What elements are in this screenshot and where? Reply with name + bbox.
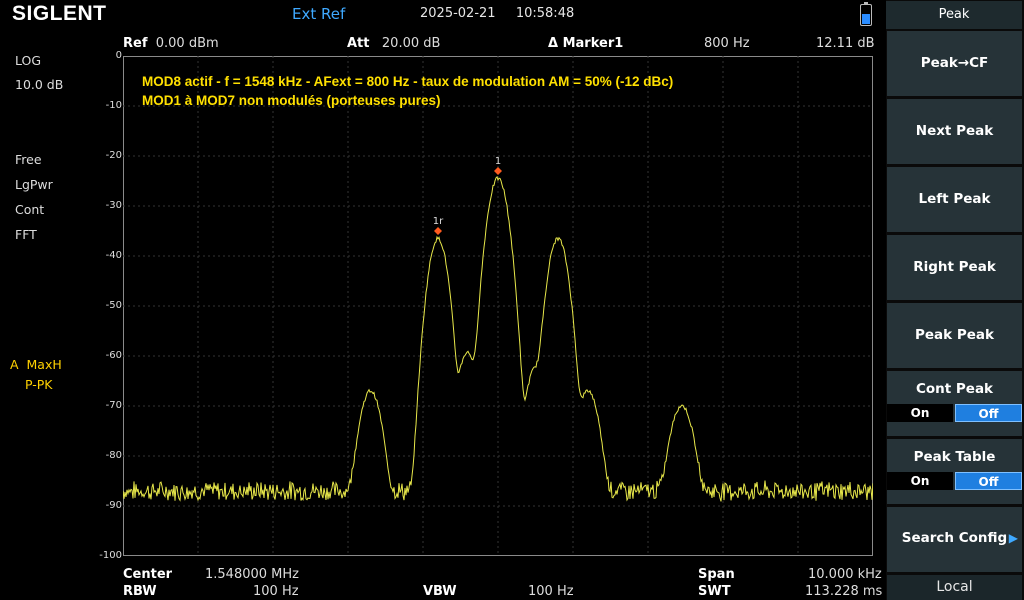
vbw-label: VBW	[423, 584, 457, 599]
local-button[interactable]: Local	[887, 575, 1022, 600]
rbw-value[interactable]: 100 Hz	[253, 584, 299, 599]
detector: P-PK	[25, 377, 53, 392]
ref-label: Ref	[123, 36, 148, 51]
y-tick-label: -60	[105, 350, 122, 361]
y-tick-label: -100	[99, 550, 122, 561]
peak-table-label: Peak Table	[913, 449, 996, 465]
next-peak-button[interactable]: Next Peak	[887, 99, 1022, 164]
brand-logo: SIGLENT	[12, 2, 107, 25]
spectrum-plot[interactable]: 1 1r	[123, 56, 873, 556]
attenuation[interactable]: Att 20.00 dB	[347, 36, 440, 51]
marker-readout-label: Δ Marker1	[548, 36, 624, 51]
annotation-line-2: MOD1 à MOD7 non modulés (porteuses pures…	[142, 93, 441, 108]
marker-1r: 1r	[433, 216, 444, 235]
trace-indicator[interactable]: A MaxH	[10, 357, 62, 372]
swt-value[interactable]: 113.228 ms	[805, 584, 882, 599]
y-tick-label: -10	[105, 100, 122, 111]
rbw-label: RBW	[123, 584, 157, 599]
swt-label: SWT	[698, 584, 731, 599]
peak-table-on-toggle[interactable]: On	[887, 472, 953, 490]
marker-label: 1r	[433, 216, 444, 227]
search-config-button[interactable]: Search Config ▶	[887, 507, 1022, 572]
trace-mode: MaxH	[26, 357, 62, 372]
att-value: 20.00 dB	[381, 36, 441, 51]
battery-icon	[860, 2, 872, 26]
marker-label: 1	[495, 156, 501, 167]
marker-diamond	[494, 167, 502, 175]
sweep-mode[interactable]: Cont	[15, 202, 44, 217]
marker-readout-freq: 800 Hz	[704, 36, 750, 51]
peak-table-off-toggle[interactable]: Off	[955, 472, 1022, 490]
y-tick-label: -20	[105, 150, 122, 161]
peak-to-cf-button[interactable]: Peak→CF	[887, 31, 1022, 96]
marker-1: 1	[494, 156, 502, 175]
vbw-value[interactable]: 100 Hz	[528, 584, 574, 599]
submenu-arrow-icon: ▶	[1008, 531, 1018, 545]
search-config-label: Search Config	[901, 530, 1008, 546]
peak-table-button[interactable]: Peak Table On Off	[887, 439, 1022, 504]
time-text: 10:58:48	[515, 6, 575, 21]
right-peak-button[interactable]: Right Peak	[887, 235, 1022, 300]
y-tick-label: -80	[105, 450, 122, 461]
date-text: 2025-02-21	[420, 6, 496, 21]
cont-peak-button[interactable]: Cont Peak On Off	[887, 371, 1022, 436]
center-label: Center	[123, 567, 173, 582]
y-tick-label: -90	[105, 500, 122, 511]
y-tick-label: 0	[115, 50, 122, 61]
trace-id: A	[10, 357, 19, 372]
left-peak-button[interactable]: Left Peak	[887, 167, 1022, 232]
avg-type[interactable]: LgPwr	[15, 177, 53, 192]
annotation-line-1: MOD8 actif - f = 1548 kHz - AFext = 800 …	[142, 74, 674, 89]
scale-type[interactable]: LOG	[15, 53, 41, 68]
y-tick-label: -40	[105, 250, 122, 261]
ref-level[interactable]: Ref 0.00 dBm	[123, 36, 219, 51]
span-label: Span	[698, 567, 735, 582]
datetime: 2025-02-21 10:58:48	[420, 6, 574, 21]
cont-peak-off-toggle[interactable]: Off	[955, 404, 1022, 422]
y-tick-label: -70	[105, 400, 122, 411]
scale-div[interactable]: 10.0 dB	[15, 77, 63, 92]
att-label: Att	[347, 36, 370, 51]
center-freq[interactable]: 1.548000 MHz	[205, 567, 299, 582]
y-tick-label: -30	[105, 200, 122, 211]
cont-peak-on-toggle[interactable]: On	[887, 404, 953, 422]
marker-readout-level: 12.11 dB	[816, 36, 875, 51]
marker-diamond	[434, 227, 442, 235]
trigger-mode[interactable]: Free	[15, 152, 42, 167]
peak-peak-button[interactable]: Peak Peak	[887, 303, 1022, 368]
span-value[interactable]: 10.000 kHz	[808, 567, 882, 582]
softkey-menu-title: Peak	[886, 1, 1022, 29]
ref-value: 0.00 dBm	[155, 36, 219, 51]
y-tick-label: -50	[105, 300, 122, 311]
sweep-type[interactable]: FFT	[15, 227, 37, 242]
cont-peak-label: Cont Peak	[915, 381, 994, 397]
ext-ref-indicator: Ext Ref	[292, 5, 346, 23]
